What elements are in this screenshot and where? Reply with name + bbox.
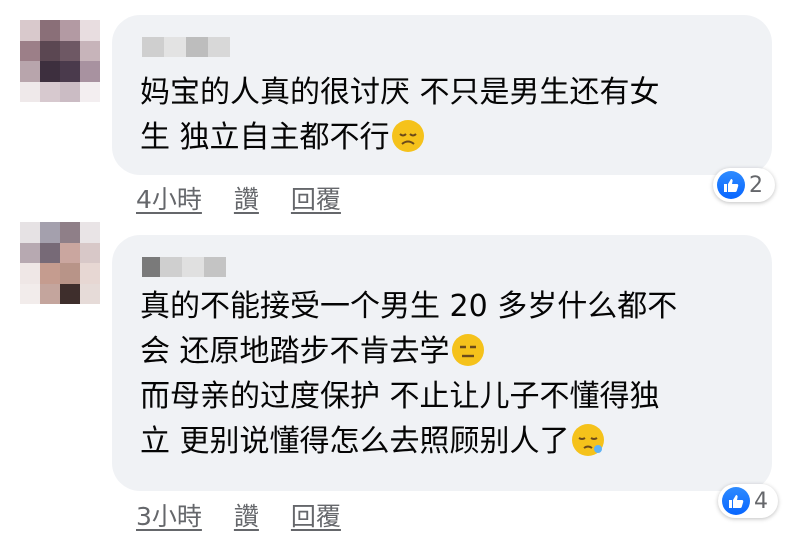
comment-line: 立 更别说懂得怎么去照顾别人了 xyxy=(140,419,677,464)
comment-bubble: 真的不能接受一个男生 20 多岁什么都不 会 还原地踏步不肯去学 而母亲的过度保… xyxy=(112,235,772,491)
thumbs-up-icon xyxy=(717,171,745,199)
comment-text: 真的不能接受一个男生 20 多岁什么都不 会 还原地踏步不肯去学 而母亲的过度保… xyxy=(140,284,677,464)
commenter-name[interactable] xyxy=(142,37,230,57)
comment-text: 妈宝的人真的很讨厌 不只是男生还有女 生 独立自主都不行 xyxy=(140,70,660,160)
reaction-count: 2 xyxy=(749,172,763,198)
reply-button[interactable]: 回覆 xyxy=(291,180,341,216)
thumbs-up-icon xyxy=(722,487,750,515)
disappointed-face-icon xyxy=(391,120,424,152)
expressionless-face-icon xyxy=(451,334,484,366)
comment-line: 妈宝的人真的很讨厌 不只是男生还有女 xyxy=(140,75,660,110)
sleepy-face-icon xyxy=(571,424,604,456)
timestamp-link[interactable]: 3小時 xyxy=(136,497,202,533)
comment-bubble: 妈宝的人真的很讨厌 不只是男生还有女 生 独立自主都不行 xyxy=(112,15,772,175)
avatar[interactable] xyxy=(20,20,100,102)
like-button[interactable]: 讚 xyxy=(234,497,259,533)
like-button[interactable]: 讚 xyxy=(234,180,259,216)
comment-line: 真的不能接受一个男生 20 多岁什么都不 xyxy=(140,289,678,324)
reaction-count-badge[interactable]: 2 xyxy=(713,168,775,202)
comment-actions: 3小時 讚 回覆 xyxy=(136,497,341,533)
comment-line: 生 独立自主都不行 xyxy=(140,115,660,160)
reaction-count-badge[interactable]: 4 xyxy=(718,484,778,518)
comment-actions: 4小時 讚 回覆 xyxy=(136,180,341,216)
comment-line: 而母亲的过度保护 不止让儿子不懂得独 xyxy=(140,379,660,414)
avatar[interactable] xyxy=(20,222,100,304)
comment-line: 会 还原地踏步不肯去学 xyxy=(140,329,677,374)
reaction-count: 4 xyxy=(754,488,768,514)
commenter-name[interactable] xyxy=(142,257,226,277)
timestamp-link[interactable]: 4小時 xyxy=(136,180,202,216)
reply-button[interactable]: 回覆 xyxy=(291,497,341,533)
